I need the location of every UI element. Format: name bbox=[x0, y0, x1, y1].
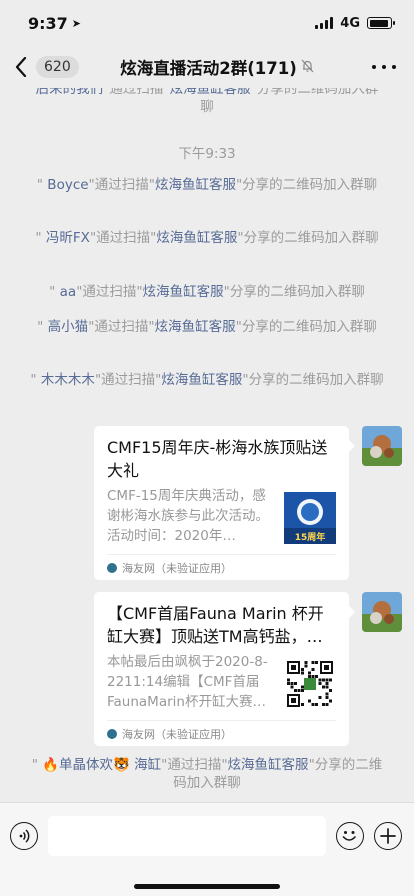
card-thumb-label: 15周年 bbox=[295, 531, 326, 543]
avatar[interactable] bbox=[362, 592, 402, 632]
system-message-target[interactable]: 炫海鱼缸客服 bbox=[143, 284, 224, 300]
system-message-text: "通过扫描" bbox=[161, 757, 228, 773]
system-message-text: 通过扫描 bbox=[109, 88, 164, 97]
more-icon-dot bbox=[382, 65, 386, 69]
system-message: " 🔥单晶体欢🐯 海缸"通过扫描"炫海鱼缸客服"分享的二维码加入群聊 bbox=[30, 756, 384, 792]
back-chevron-icon bbox=[15, 57, 27, 77]
card-source: 海友网（未验证应用） bbox=[107, 720, 336, 746]
system-message-name[interactable]: 冯昕FX bbox=[42, 230, 90, 246]
signal-icon bbox=[315, 17, 334, 29]
system-message: " 木木木木"通过扫描"炫海鱼缸客服"分享的二维码加入群聊 bbox=[30, 371, 384, 389]
avatar[interactable] bbox=[362, 426, 402, 466]
nav-bar: 620 炫海直播活动2群(171) bbox=[0, 46, 414, 88]
system-message-name[interactable]: 🔥单晶体欢🐯 海缸 bbox=[38, 757, 161, 773]
qr-code-thumbnail bbox=[284, 658, 336, 710]
system-message-name[interactable]: 后来的我们 bbox=[36, 88, 104, 97]
system-message-target[interactable]: 炫海鱼缸客服 bbox=[156, 230, 237, 246]
card-source-label: 海友网（未验证应用） bbox=[122, 727, 232, 741]
system-message-suffix: "分享的二维码加入群聊 bbox=[235, 319, 377, 335]
plus-button[interactable] bbox=[374, 822, 402, 850]
message-timestamp: 下午9:33 bbox=[178, 146, 236, 162]
source-app-icon bbox=[107, 728, 117, 739]
message-input[interactable] bbox=[48, 816, 326, 856]
system-message-target[interactable]: 炫海鱼缸客服 bbox=[228, 757, 309, 773]
unread-count-badge[interactable]: 620 bbox=[36, 56, 79, 78]
more-button[interactable] bbox=[372, 56, 396, 78]
system-message-name[interactable]: aa bbox=[55, 284, 77, 300]
system-message: " 冯昕FX"通过扫描"炫海鱼缸客服"分享的二维码加入群聊 bbox=[30, 229, 384, 247]
system-message-target[interactable]: 炫海鱼缸客服 bbox=[155, 319, 236, 335]
plus-icon bbox=[380, 828, 396, 844]
more-icon-dot bbox=[392, 65, 396, 69]
system-message-name[interactable]: 木木木木 bbox=[37, 372, 95, 388]
card-source: 海友网（未验证应用） bbox=[107, 554, 336, 580]
back-button[interactable] bbox=[6, 46, 36, 88]
mute-bell-icon bbox=[301, 58, 314, 77]
system-message-text: "通过扫描" bbox=[94, 372, 162, 388]
system-message-target[interactable]: 炫海鱼缸客服 bbox=[170, 88, 251, 97]
card-description: 本帖最后由飒枫于2020-8-2211:14编辑【CMF首届FaunaMarin… bbox=[107, 654, 268, 710]
chat-title: 炫海直播活动2群(171) bbox=[90, 55, 344, 79]
system-message-text: "通过扫描" bbox=[76, 284, 143, 300]
battery-icon bbox=[367, 17, 395, 29]
more-icon bbox=[372, 65, 376, 69]
system-message: " 高小猫"通过扫描"炫海鱼缸客服"分享的二维码加入群聊 bbox=[30, 318, 384, 336]
link-card[interactable]: 【CMF首届Fauna Marin 杯开缸大赛】顶贴送TM高钙盐，… 本帖最后由… bbox=[94, 592, 355, 746]
network-type: 4G bbox=[340, 15, 360, 31]
voice-button[interactable] bbox=[10, 822, 38, 850]
system-message-text: "通过扫描" bbox=[89, 230, 157, 246]
system-message: " aa"通过扫描"炫海鱼缸客服"分享的二维码加入群聊 bbox=[30, 283, 384, 301]
system-message-suffix: "分享的二维码加入群聊 bbox=[237, 230, 379, 246]
card-thumbnail: 15周年 bbox=[284, 492, 336, 544]
card-title: CMF15周年庆-彬海水族顶贴送大礼 bbox=[107, 438, 328, 480]
chat-area[interactable]: 后来的我们"通过扫描"炫海鱼缸客服"分享的二维码加入群聊 下午9:33 " Bo… bbox=[0, 88, 414, 802]
avatar-image bbox=[362, 592, 402, 632]
card-title: 【CMF首届Fauna Marin 杯开缸大赛】顶贴送TM高钙盐，… bbox=[107, 604, 324, 646]
system-message-suffix: "分享的二维码加入群聊 bbox=[235, 177, 378, 193]
input-bar bbox=[0, 802, 414, 896]
system-message-suffix: "分享的二维码加入群聊 bbox=[242, 372, 384, 388]
home-indicator bbox=[134, 884, 280, 889]
source-app-icon bbox=[107, 562, 117, 573]
emoji-icon bbox=[342, 831, 356, 841]
system-message-name[interactable]: 高小猫 bbox=[43, 319, 89, 335]
status-bar: 9:37 ➤ 4G bbox=[0, 0, 414, 46]
system-message-suffix: "分享的二维码加入群聊 bbox=[223, 284, 365, 300]
emoji-button[interactable] bbox=[336, 822, 364, 850]
location-arrow-icon: ➤ bbox=[71, 16, 82, 30]
link-card[interactable]: CMF15周年庆-彬海水族顶贴送大礼 CMF-15周年庆典活动，感谢彬海水族参与… bbox=[94, 426, 355, 580]
system-message: 后来的我们"通过扫描"炫海鱼缸客服"分享的二维码加入群聊 bbox=[30, 88, 384, 116]
chat-title-text: 炫海直播活动2群(171) bbox=[120, 59, 297, 78]
system-message: " Boyce"通过扫描"炫海鱼缸客服"分享的二维码加入群聊 bbox=[30, 176, 384, 194]
system-message-text: "通过扫描" bbox=[88, 177, 155, 193]
card-source-label: 海友网（未验证应用） bbox=[122, 561, 232, 575]
system-message-name[interactable]: Boyce bbox=[43, 177, 88, 193]
system-message-text: "通过扫描" bbox=[88, 319, 155, 335]
avatar-image bbox=[362, 426, 402, 466]
status-time: 9:37 bbox=[28, 13, 68, 33]
system-message-target[interactable]: 炫海鱼缸客服 bbox=[155, 177, 236, 193]
system-message-target[interactable]: 炫海鱼缸客服 bbox=[161, 372, 242, 388]
card-description: CMF-15周年庆典活动，感谢彬海水族参与此次活动。活动时间：2020年… bbox=[107, 488, 269, 544]
voice-icon bbox=[19, 829, 30, 843]
